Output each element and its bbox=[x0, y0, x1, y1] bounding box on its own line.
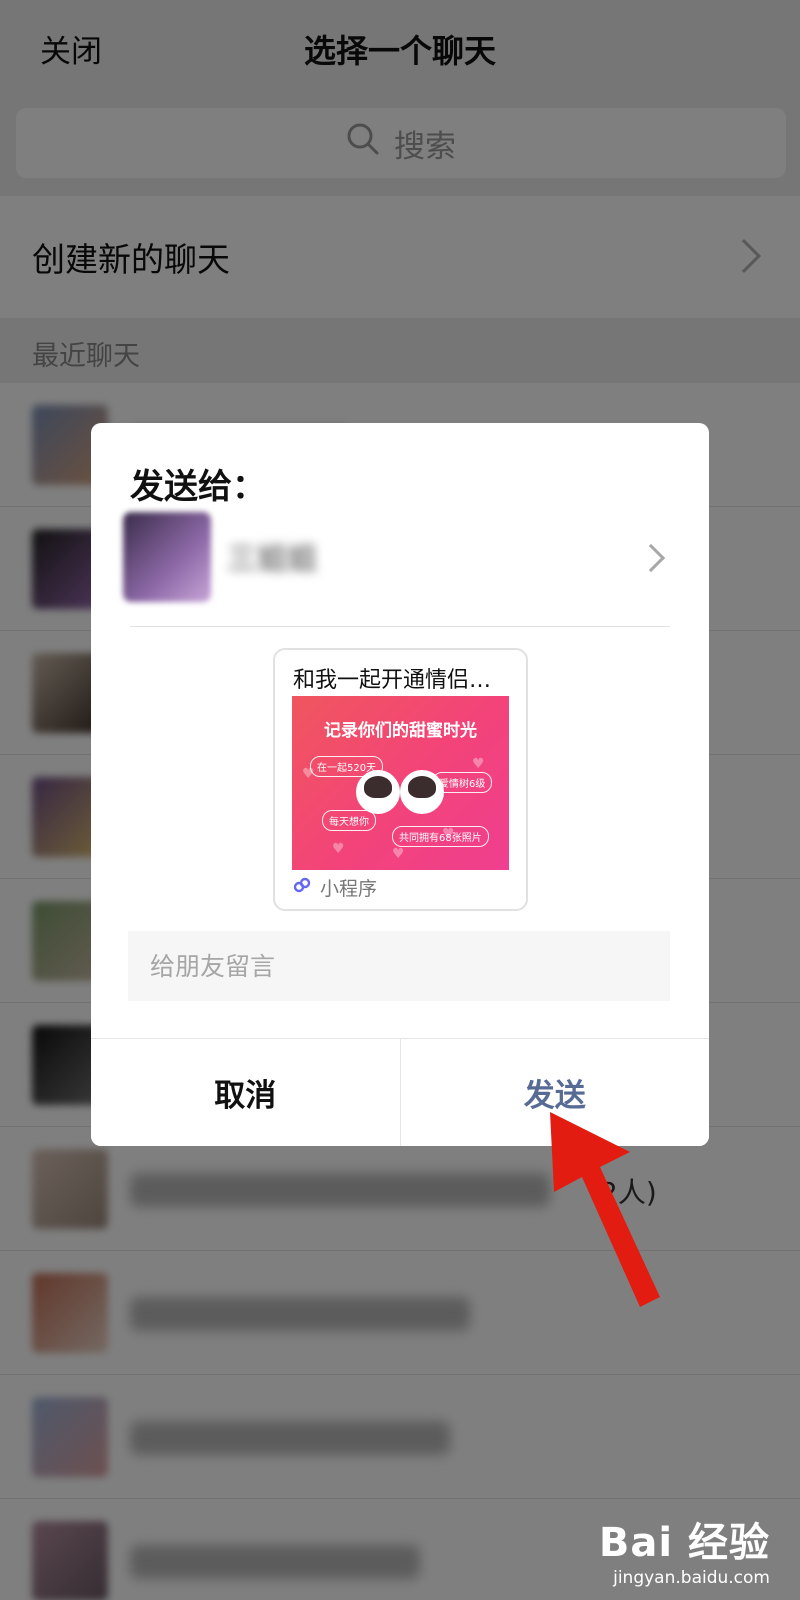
card-bubble: 每天想你 bbox=[322, 810, 376, 831]
watermark: Bai 经验 jingyan.baidu.com bbox=[599, 1510, 770, 1588]
mini-program-label: 小程序 bbox=[320, 878, 378, 900]
watermark-logo: Bai 经验 bbox=[598, 1520, 770, 1566]
mini-program-icon bbox=[292, 875, 312, 900]
heart-icon: ♥ bbox=[472, 756, 485, 772]
recipient-avatar bbox=[123, 512, 211, 602]
mini-program-card: 和我一起开通情侣… ♥ ♥ ♥ ♥ ♥ 记录你们的甜蜜时光 在一起520天 爱情… bbox=[273, 648, 528, 911]
card-bubble: 共同拥有68张照片 bbox=[392, 826, 489, 847]
watermark-site: jingyan.baidu.com bbox=[613, 1568, 770, 1588]
send-dialog: 发送给： 三姐姐 和我一起开通情侣… ♥ ♥ ♥ ♥ ♥ 记录你们的甜蜜时光 在… bbox=[91, 423, 709, 1146]
couple-avatar-boy bbox=[356, 770, 400, 814]
heart-icon: ♥ bbox=[392, 846, 405, 862]
heart-icon: ♥ bbox=[332, 841, 345, 857]
send-to-label: 发送给： bbox=[130, 467, 266, 507]
card-title: 和我一起开通情侣… bbox=[293, 668, 492, 693]
chevron-right-icon bbox=[636, 543, 666, 573]
recipient-name: 三姐姐 bbox=[227, 542, 317, 577]
card-preview-image: ♥ ♥ ♥ ♥ ♥ 记录你们的甜蜜时光 在一起520天 爱情树6级 每天想你 共… bbox=[292, 696, 509, 870]
divider bbox=[130, 626, 670, 627]
card-headline: 记录你们的甜蜜时光 bbox=[324, 721, 477, 741]
couple-avatar-girl bbox=[400, 770, 444, 814]
card-footer: 小程序 bbox=[292, 874, 377, 901]
pointer-arrow-icon bbox=[550, 1112, 660, 1307]
recipient-row[interactable]: 三姐姐 bbox=[91, 508, 709, 608]
cancel-button[interactable]: 取消 bbox=[91, 1039, 401, 1146]
message-input[interactable] bbox=[128, 931, 670, 1001]
